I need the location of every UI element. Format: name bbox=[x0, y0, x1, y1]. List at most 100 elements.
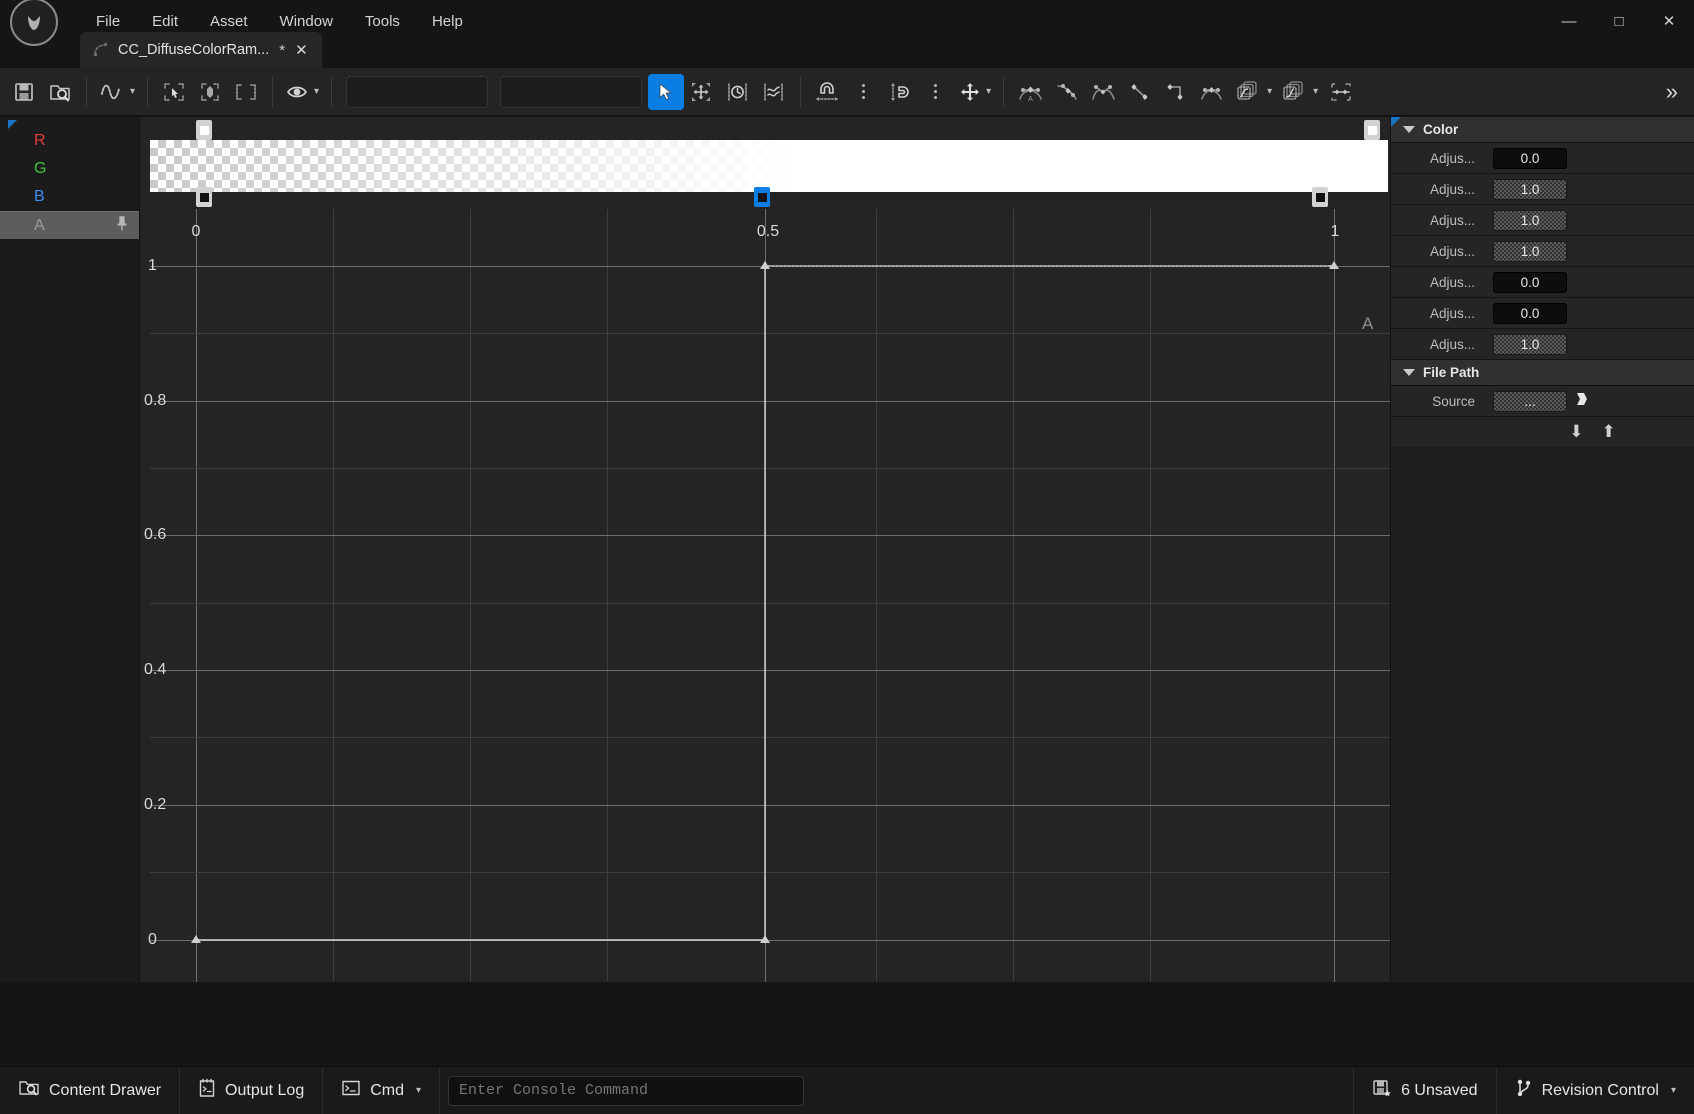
post-infinity-button[interactable]: ▾ bbox=[1276, 74, 1322, 110]
number-input[interactable]: 1.0 bbox=[1493, 240, 1567, 262]
alpha-curve-line bbox=[195, 265, 1335, 941]
curve-wave-icon bbox=[101, 84, 120, 99]
tangent-linear-button[interactable] bbox=[1122, 74, 1158, 110]
property-row-adjust-3[interactable]: Adjus... 1.0 bbox=[1391, 236, 1694, 267]
gradient-color-stop-0[interactable] bbox=[196, 120, 212, 140]
chevron-down-icon[interactable] bbox=[1403, 369, 1415, 376]
toolbar-separator-5 bbox=[800, 76, 802, 107]
toolbar-separator-3 bbox=[272, 76, 274, 107]
cmd-label: Cmd bbox=[370, 1081, 404, 1099]
visibility-button[interactable]: ▾ bbox=[281, 74, 323, 110]
value-snap-button[interactable] bbox=[756, 74, 792, 110]
chevron-down-icon: ▾ bbox=[1313, 86, 1319, 97]
minimize-button[interactable]: — bbox=[1544, 0, 1594, 42]
magnet-value-options-button[interactable] bbox=[917, 74, 953, 110]
property-row-adjust-6[interactable]: Adjus... 1.0 bbox=[1391, 329, 1694, 360]
number-input[interactable]: 1.0 bbox=[1493, 178, 1567, 200]
move-down-icon[interactable]: ⬇ bbox=[1569, 422, 1583, 442]
gradient-alpha-stop-1[interactable] bbox=[1312, 187, 1328, 207]
property-row-adjust-4[interactable]: Adjus... 0.0 bbox=[1391, 267, 1694, 298]
number-input[interactable]: 0.0 bbox=[1493, 147, 1567, 169]
filter-combo-left[interactable] bbox=[346, 75, 489, 108]
chevron-down-icon[interactable]: ▾ bbox=[416, 1085, 421, 1096]
folder-browse-icon[interactable] bbox=[1575, 391, 1589, 411]
curve-plot-area[interactable]: 0 0.5 1 1 0.8 0.6 0.4 0.2 0 A bbox=[140, 209, 1390, 982]
details-section-filepath-header[interactable]: File Path bbox=[1391, 360, 1694, 386]
curve-graph-panel[interactable]: 0 0.5 1 1 0.8 0.6 0.4 0.2 0 A bbox=[140, 117, 1390, 982]
transform-tool-button[interactable] bbox=[192, 74, 228, 110]
chevron-down-icon[interactable]: ▾ bbox=[1671, 1085, 1676, 1096]
menu-item-help[interactable]: Help bbox=[416, 7, 479, 36]
pin-icon[interactable] bbox=[115, 215, 129, 236]
alpha-gradient-bar[interactable] bbox=[150, 140, 1388, 192]
number-input[interactable]: 0.0 bbox=[1493, 302, 1567, 324]
status-bar: Content Drawer Output Log Cmd ▾ Enter Co… bbox=[0, 1066, 1694, 1114]
channel-row-r[interactable]: R bbox=[0, 127, 139, 155]
number-input[interactable]: 1.0 bbox=[1493, 209, 1567, 231]
unreal-engine-logo-icon[interactable] bbox=[10, 0, 58, 46]
toolbar-separator-2 bbox=[147, 76, 149, 107]
channel-label-r: R bbox=[34, 132, 46, 149]
content-drawer-button[interactable]: Content Drawer bbox=[0, 1066, 181, 1114]
filter-combo-right[interactable] bbox=[500, 75, 643, 108]
tab-strip: CC_DiffuseColorRam... * ✕ bbox=[80, 32, 322, 68]
cmd-button[interactable]: Cmd ▾ bbox=[323, 1066, 441, 1114]
gradient-ramp-strip[interactable] bbox=[150, 120, 1388, 207]
stop-swatch bbox=[199, 125, 209, 135]
pan-tool-button[interactable]: ▾ bbox=[953, 74, 995, 110]
property-row-adjust-2[interactable]: Adjus... 1.0 bbox=[1391, 205, 1694, 236]
magnet-vertical-icon bbox=[891, 82, 909, 101]
transform-tool-icon bbox=[201, 82, 219, 101]
tangent-constant-button[interactable] bbox=[1158, 74, 1194, 110]
chevron-down-icon[interactable] bbox=[1403, 126, 1415, 133]
property-row-adjust-0[interactable]: Adjus... 0.0 bbox=[1391, 143, 1694, 174]
flatten-button[interactable] bbox=[1322, 74, 1360, 110]
tangent-auto-button[interactable]: A bbox=[1012, 74, 1050, 110]
property-row-adjust-5[interactable]: Adjus... 0.0 bbox=[1391, 298, 1694, 329]
channel-row-g[interactable]: G bbox=[0, 155, 139, 183]
number-input[interactable]: 1.0 bbox=[1493, 333, 1567, 355]
unsaved-assets-button[interactable]: 6 Unsaved bbox=[1353, 1066, 1496, 1114]
curve-type-button[interactable]: ▾ bbox=[95, 74, 139, 110]
tab-close-icon[interactable]: ✕ bbox=[295, 41, 308, 59]
select-tool-button[interactable] bbox=[156, 74, 192, 110]
magnet-time-button[interactable] bbox=[809, 74, 845, 110]
toolbar-separator-4 bbox=[331, 76, 333, 107]
menu-item-tools[interactable]: Tools bbox=[349, 7, 416, 36]
move-up-icon[interactable]: ⬆ bbox=[1602, 422, 1616, 442]
move-tool-button[interactable] bbox=[684, 74, 720, 110]
time-snap-button[interactable] bbox=[720, 74, 756, 110]
unsaved-save-icon bbox=[1372, 1078, 1392, 1103]
save-button[interactable] bbox=[6, 74, 42, 110]
tangent-cubic-button[interactable] bbox=[1194, 74, 1230, 110]
kebab-menu-icon bbox=[929, 84, 942, 99]
property-label: Adjus... bbox=[1429, 181, 1475, 197]
tab-cc-diffusecolorramp[interactable]: CC_DiffuseColorRam... * ✕ bbox=[80, 32, 322, 68]
gradient-color-stop-1[interactable] bbox=[1364, 120, 1380, 140]
channel-row-b[interactable]: B bbox=[0, 183, 139, 211]
revision-control-button[interactable]: Revision Control ▾ bbox=[1495, 1066, 1694, 1114]
number-input[interactable]: 0.0 bbox=[1493, 271, 1567, 293]
close-button[interactable]: ✕ bbox=[1644, 0, 1694, 42]
cursor-tool-button[interactable] bbox=[648, 73, 685, 110]
tangent-user-button[interactable] bbox=[1050, 74, 1086, 110]
output-log-button[interactable]: Output Log bbox=[180, 1066, 324, 1114]
gradient-alpha-stop-mid-selected[interactable] bbox=[754, 187, 770, 207]
tangent-break-button[interactable] bbox=[1086, 74, 1122, 110]
magnet-horizontal-icon bbox=[816, 81, 839, 101]
pre-infinity-button[interactable]: ▾ bbox=[1230, 74, 1276, 110]
framing-tool-button[interactable] bbox=[228, 74, 264, 110]
toolbar-overflow-button[interactable]: » bbox=[1656, 79, 1688, 105]
property-row-source[interactable]: Source ... bbox=[1391, 386, 1694, 417]
browse-content-button[interactable] bbox=[42, 74, 78, 110]
gradient-alpha-stop-0[interactable] bbox=[196, 187, 212, 207]
console-command-input[interactable] bbox=[448, 1075, 805, 1106]
magnet-value-button[interactable] bbox=[881, 74, 917, 110]
details-section-color-header[interactable]: Color bbox=[1391, 117, 1694, 143]
channel-row-a[interactable]: A bbox=[0, 211, 139, 239]
source-path-input[interactable]: ... bbox=[1493, 390, 1567, 412]
move-all-directions-icon bbox=[692, 82, 711, 101]
magnet-time-options-button[interactable] bbox=[845, 74, 881, 110]
maximize-button[interactable]: □ bbox=[1594, 0, 1644, 42]
property-row-adjust-1[interactable]: Adjus... 1.0 bbox=[1391, 174, 1694, 205]
